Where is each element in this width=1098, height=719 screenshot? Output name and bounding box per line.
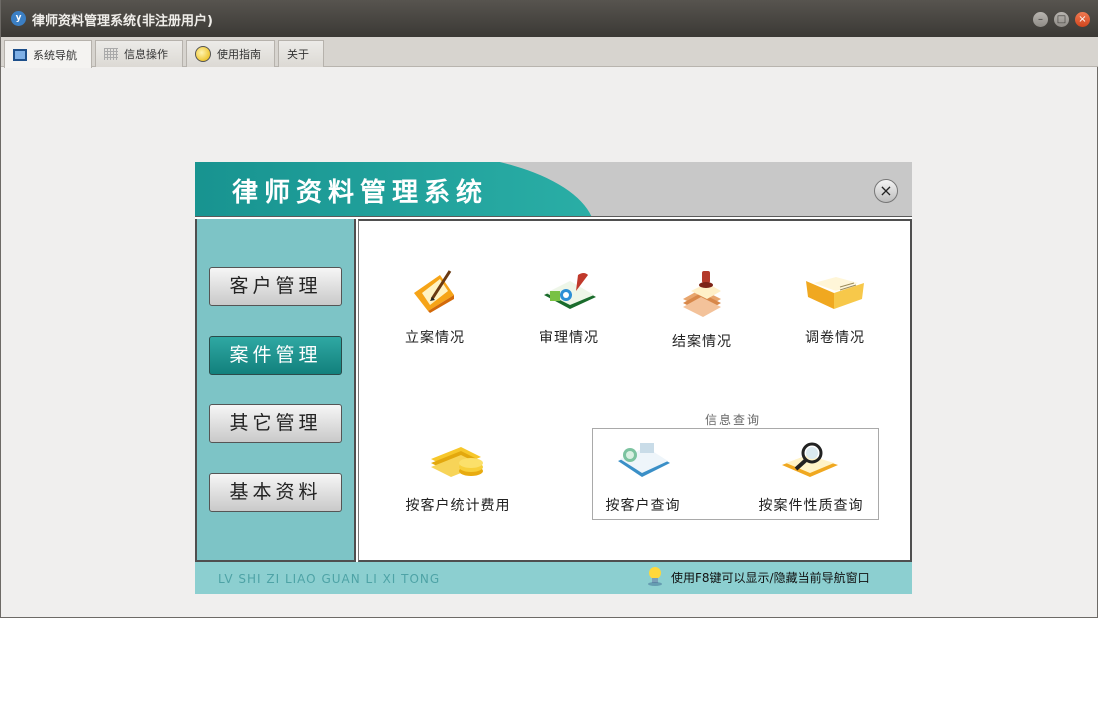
item-label: 结案情况 <box>672 334 732 350</box>
sidebar-item-basic-data[interactable]: 基本资料 <box>209 473 342 512</box>
close-window-button[interactable]: × <box>1075 12 1090 27</box>
closed-status-item[interactable]: 结案情况 <box>664 269 740 351</box>
window-title: 律师资料管理系统(非注册用户) <box>32 14 213 29</box>
item-label: 按案件性质查询 <box>758 498 864 514</box>
sidebar-item-other-management[interactable]: 其它管理 <box>209 404 342 443</box>
trial-status-item[interactable]: 审理情况 <box>531 269 607 347</box>
lightbulb-icon <box>648 567 662 586</box>
tab-label: 信息操作 <box>124 48 168 61</box>
tab-system-nav[interactable]: 系统导航 <box>4 40 92 68</box>
close-panel-icon[interactable]: × <box>874 179 898 203</box>
file-transfer-status-item[interactable]: 调卷情况 <box>797 269 873 347</box>
coins-icon <box>431 447 483 477</box>
navigation-panel: 律师资料管理系统 × 客户管理 案件管理 其它管理 基本资料 立案情况 审理情况… <box>195 162 912 594</box>
tab-user-guide[interactable]: 使用指南 <box>186 40 275 67</box>
query-group-title: 信息查询 <box>705 413 762 427</box>
app-logo-icon: y <box>11 11 26 26</box>
minimize-button[interactable]: – <box>1033 12 1048 27</box>
tab-label: 系统导航 <box>33 48 77 62</box>
content-area: 立案情况 审理情况 结案情况 调卷情况 按客户统计费用 信息查询 按客户查询 按… <box>358 219 912 562</box>
sidebar: 客户管理 案件管理 其它管理 基本资料 <box>195 219 356 562</box>
footer-pinyin: LV SHI ZI LIAO GUAN LI XI TONG <box>218 572 441 586</box>
panel-footer: LV SHI ZI LIAO GUAN LI XI TONG 使用F8键可以显示… <box>195 562 912 594</box>
item-label: 按客户查询 <box>605 498 681 514</box>
app-window: y 律师资料管理系统(非注册用户) – □ × 系统导航 信息操作 使用指南 关… <box>0 0 1098 618</box>
tab-info-operation[interactable]: 信息操作 <box>95 40 183 67</box>
sidebar-item-client-management[interactable]: 客户管理 <box>209 267 342 306</box>
filing-status-item[interactable]: 立案情况 <box>397 269 473 347</box>
grid-icon <box>104 48 118 60</box>
footer-tip: 使用F8键可以显示/隐藏当前导航窗口 <box>671 571 870 585</box>
trial-book-icon <box>544 273 596 309</box>
panel-title: 律师资料管理系统 <box>232 178 489 208</box>
monitor-icon <box>13 48 27 61</box>
help-icon <box>195 46 211 62</box>
maximize-button[interactable]: □ <box>1054 12 1069 27</box>
item-label: 调卷情况 <box>805 330 865 346</box>
magnifier-icon <box>782 442 838 477</box>
item-label: 审理情况 <box>539 330 599 346</box>
tab-bar: 系统导航 信息操作 使用指南 关于 <box>1 37 1098 68</box>
client-query-icon <box>618 443 670 477</box>
item-label: 立案情况 <box>405 330 465 346</box>
closed-case-stamp-icon <box>683 271 721 317</box>
fee-by-client-item[interactable]: 按客户统计费用 <box>397 441 519 515</box>
sidebar-item-case-management[interactable]: 案件管理 <box>209 336 342 375</box>
query-by-case-type-item[interactable]: 按案件性质查询 <box>752 439 870 515</box>
title-bar[interactable]: y 律师资料管理系统(非注册用户) – □ × <box>1 0 1098 37</box>
item-label: 按客户统计费用 <box>405 498 511 514</box>
tab-label: 关于 <box>287 48 309 61</box>
query-by-client-item[interactable]: 按客户查询 <box>599 439 687 515</box>
filing-pencil-icon <box>414 270 454 313</box>
banner-divider <box>195 216 912 217</box>
tab-label: 使用指南 <box>217 48 261 61</box>
folder-open-icon <box>806 277 864 309</box>
panel-banner: 律师资料管理系统 × <box>195 162 912 217</box>
tab-about[interactable]: 关于 <box>278 40 324 67</box>
